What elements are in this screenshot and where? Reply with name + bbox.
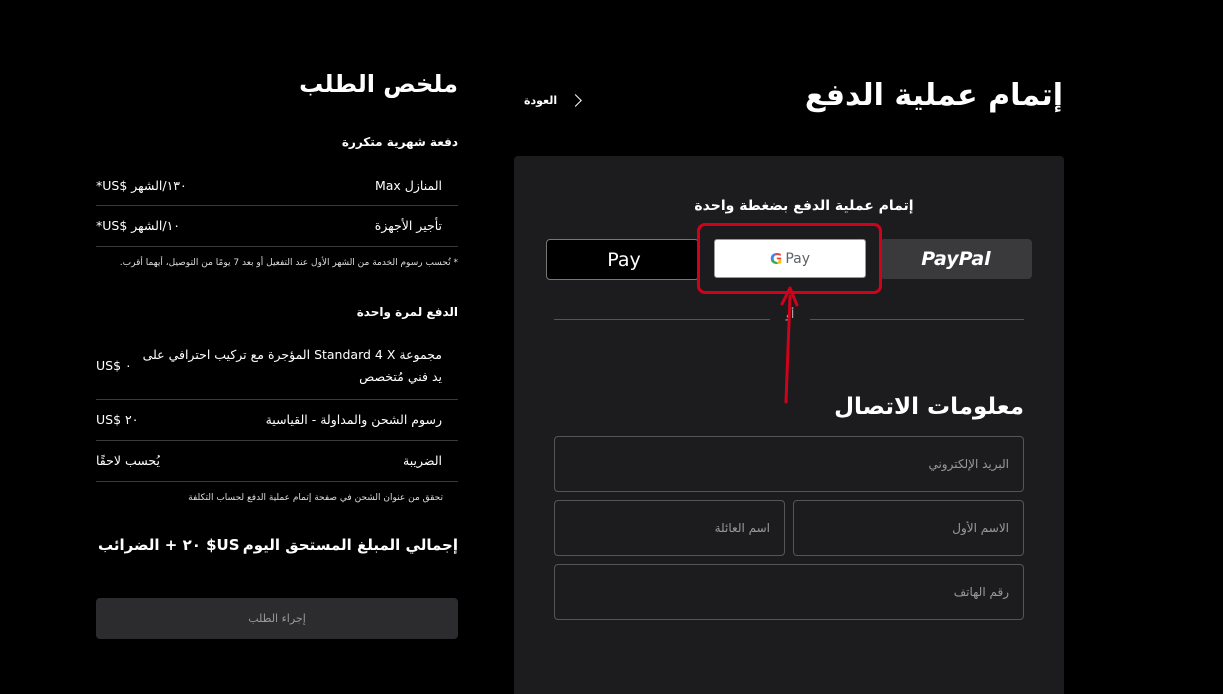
divider (96, 399, 458, 400)
chevron-right-icon (569, 93, 583, 107)
phone-field[interactable] (554, 564, 1024, 620)
back-link[interactable]: العودة (524, 88, 583, 112)
total-value: US$ ٢٠ + الضرائب (98, 536, 240, 554)
line-item-label: تأجير الأجهزة (374, 217, 442, 233)
divider-line-right (810, 319, 1024, 320)
contact-info-title: معلومات الاتصال (834, 394, 1024, 420)
back-label: العودة (524, 93, 558, 107)
order-summary-title: ملخص الطلب (299, 70, 458, 98)
divider (96, 205, 458, 206)
one-time-heading: الدفع لمرة واحدة (356, 305, 458, 319)
line-item-label: رسوم الشحن والمداولة - القياسية (265, 411, 442, 427)
place-order-label: إجراء الطلب (248, 612, 306, 625)
line-item-value: *US$ ١٠/الشهر (96, 217, 181, 233)
last-name-field[interactable] (554, 500, 785, 556)
line-item-value: US$ ٠ (96, 358, 132, 373)
divider-line-left (554, 319, 770, 320)
annotation-arrow (780, 286, 799, 404)
recurring-note: * تُحسب رسوم الخدمة من الشهر الأول عند ا… (119, 258, 458, 268)
line-item-label: المنازل Max (374, 177, 442, 193)
paypal-button[interactable]: PayPal (880, 239, 1032, 279)
email-field[interactable] (554, 436, 1024, 492)
place-order-button[interactable]: إجراء الطلب (96, 598, 458, 639)
line-item: يُحسب لاحقًا الضريبة (96, 450, 458, 470)
recurring-heading: دفعة شهرية متكررة (341, 135, 458, 149)
first-name-field[interactable] (793, 500, 1024, 556)
line-item-label: مجموعة Standard 4 X المؤجرة مع تركيب احت… (142, 347, 442, 384)
line-item-value: US$ ٢٠ (96, 411, 139, 427)
line-item: US$ ٢٠ رسوم الشحن والمداولة - القياسية (96, 409, 458, 429)
line-item-label: الضريبة (403, 452, 442, 468)
paypal-label: PayPal (921, 248, 991, 270)
line-item-value: يُحسب لاحقًا (96, 452, 160, 468)
line-item-value: *US$ ١٣٠/الشهر (96, 177, 187, 193)
apple-pay-button[interactable]: Pay (546, 239, 699, 280)
divider (96, 246, 458, 247)
apple-pay-label: Pay (607, 248, 641, 271)
line-item: *US$ ١٠/الشهر تأجير الأجهزة (96, 215, 458, 235)
page-title: إتمام عملية الدفع (804, 78, 1063, 113)
express-checkout-title: إتمام عملية الدفع بضغطة واحدة (694, 198, 914, 214)
shipping-note: تحقق من عنوان الشحن في صفحة إتمام عملية … (188, 493, 443, 503)
line-item: *US$ ١٣٠/الشهر المنازل Max (96, 175, 458, 195)
divider (96, 440, 458, 441)
divider (96, 481, 458, 482)
total-label: إجمالي المبلغ المستحق اليوم (242, 536, 458, 554)
